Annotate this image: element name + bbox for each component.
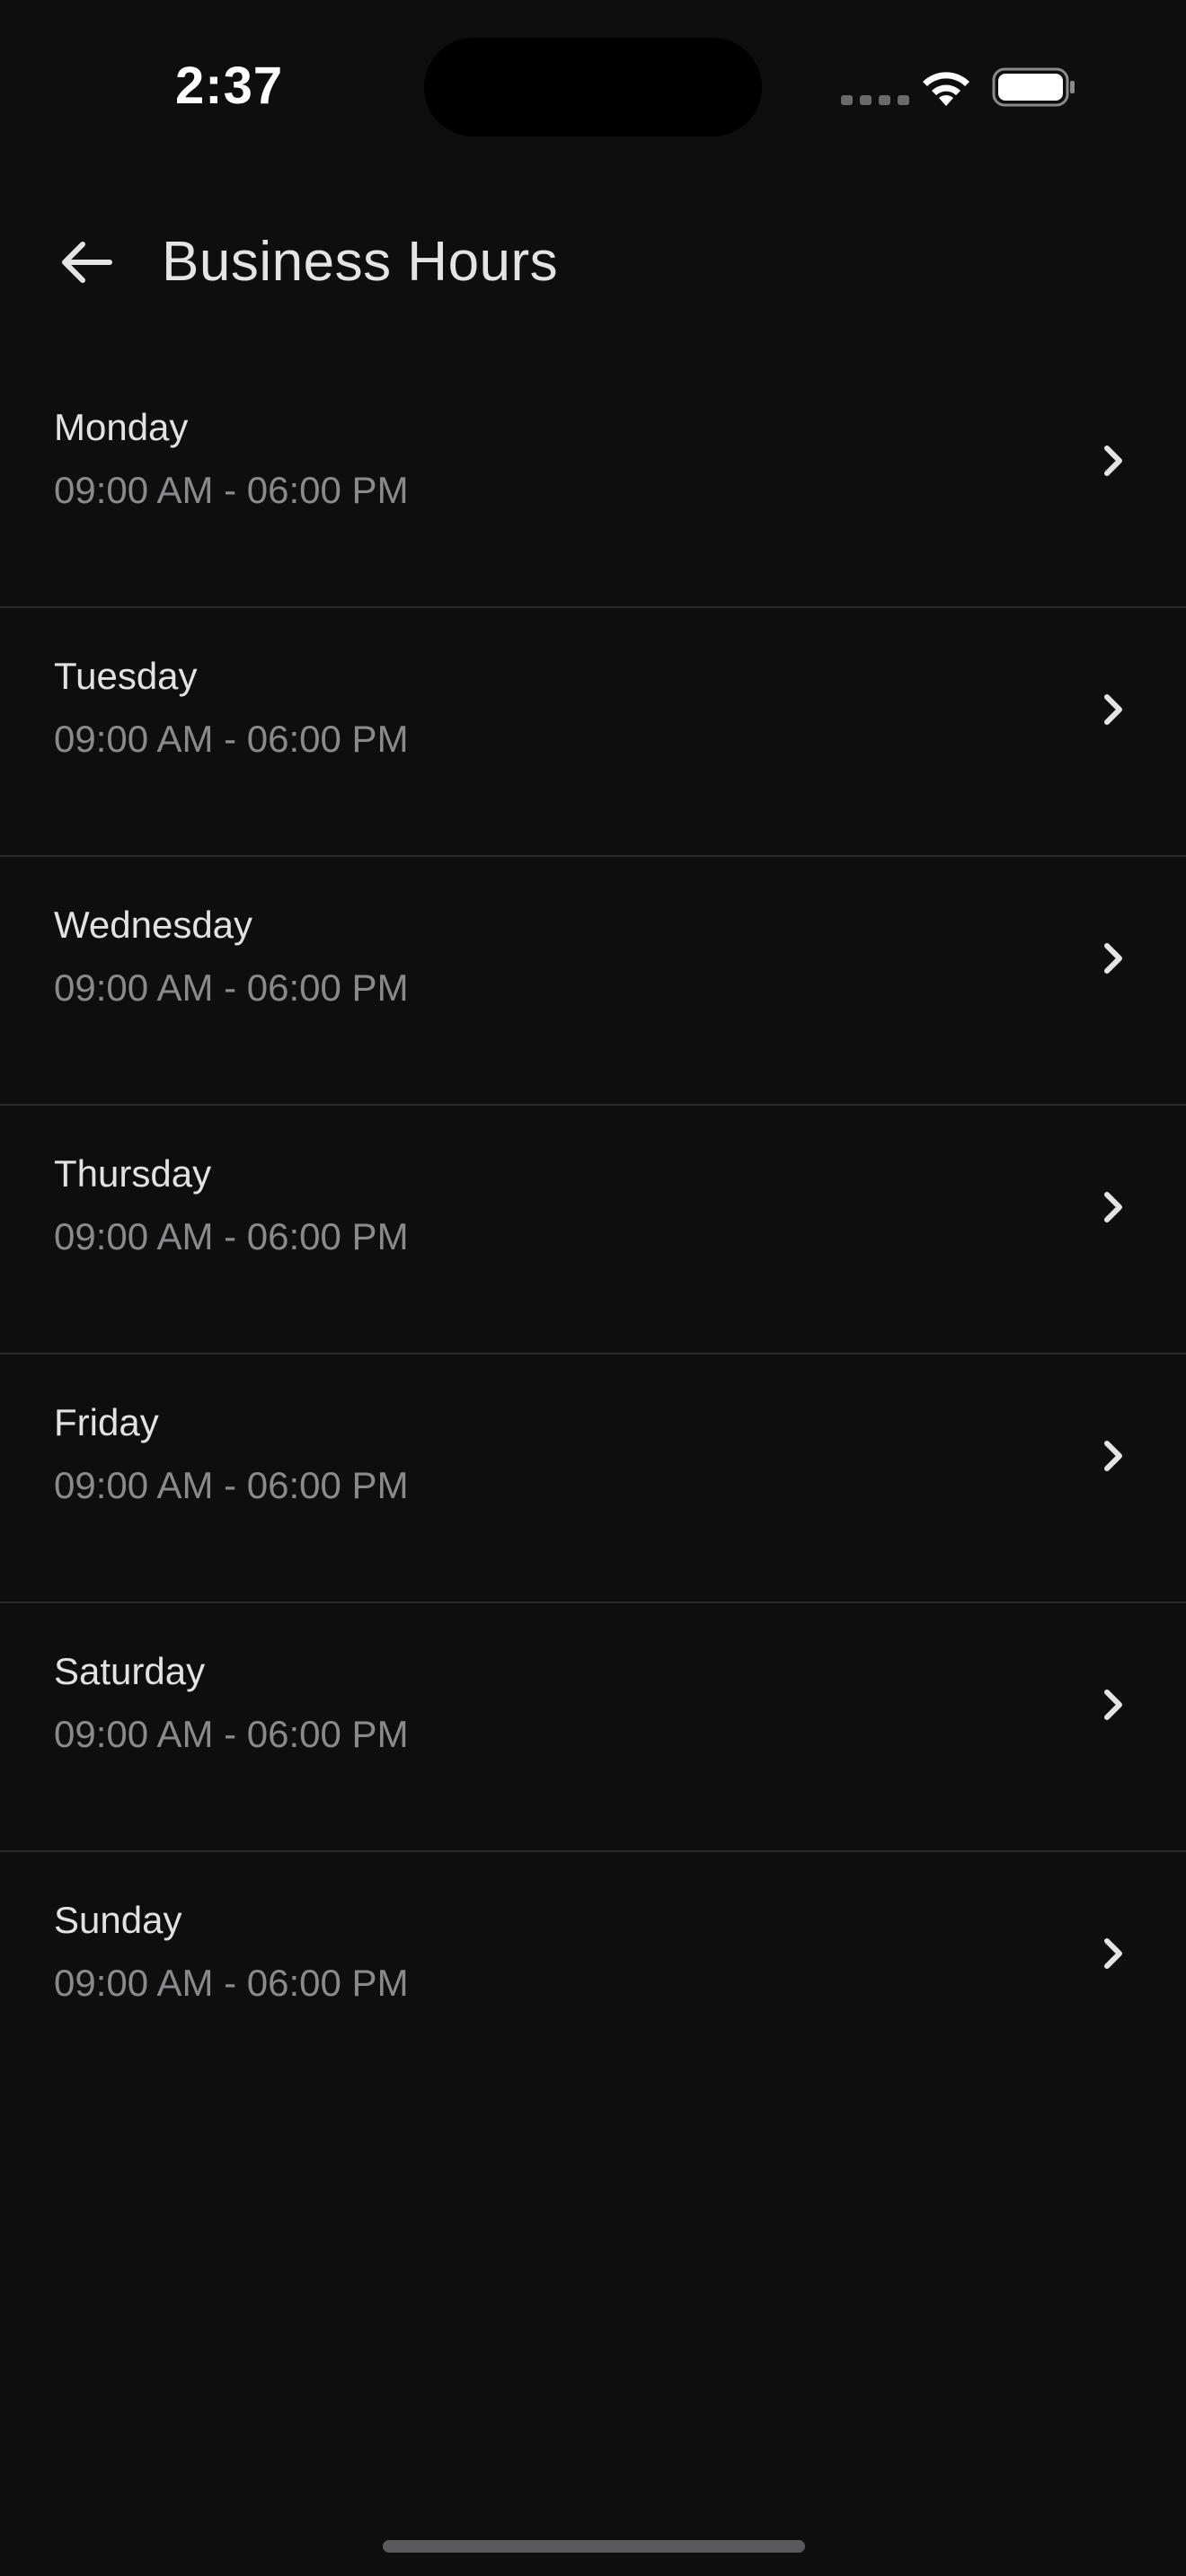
day-hours: 09:00 AM - 06:00 PM xyxy=(54,1962,409,2004)
business-hours-list: Monday 09:00 AM - 06:00 PM Tuesday 09:00… xyxy=(0,359,1186,2101)
day-name: Friday xyxy=(54,1401,159,1443)
day-row-thursday[interactable]: Thursday 09:00 AM - 06:00 PM xyxy=(0,1106,1186,1354)
day-hours: 09:00 AM - 06:00 PM xyxy=(54,1713,409,1755)
status-time: 2:37 xyxy=(175,57,284,115)
day-name: Monday xyxy=(54,406,189,448)
day-hours: 09:00 AM - 06:00 PM xyxy=(54,966,409,1009)
chevron-right-icon xyxy=(1104,1689,1122,1720)
day-row-sunday[interactable]: Sunday 09:00 AM - 06:00 PM xyxy=(0,1852,1186,2101)
battery-icon xyxy=(992,67,1075,107)
day-hours: 09:00 AM - 06:00 PM xyxy=(54,718,409,760)
day-row-monday[interactable]: Monday 09:00 AM - 06:00 PM xyxy=(0,359,1186,608)
day-name: Thursday xyxy=(54,1152,212,1195)
day-row-friday[interactable]: Friday 09:00 AM - 06:00 PM xyxy=(0,1354,1186,1603)
day-name: Saturday xyxy=(54,1650,206,1692)
chevron-right-icon xyxy=(1104,943,1122,974)
business-hours-screen: 2:37 Business Hours Monday 09:00 AM - 06… xyxy=(0,0,1186,2576)
day-hours: 09:00 AM - 06:00 PM xyxy=(54,1215,409,1257)
page-title: Business Hours xyxy=(162,231,559,293)
day-hours: 09:00 AM - 06:00 PM xyxy=(54,469,409,511)
back-button[interactable] xyxy=(50,226,122,298)
home-indicator[interactable] xyxy=(383,2540,805,2553)
day-row-tuesday[interactable]: Tuesday 09:00 AM - 06:00 PM xyxy=(0,608,1186,857)
day-row-saturday[interactable]: Saturday 09:00 AM - 06:00 PM xyxy=(0,1603,1186,1852)
day-hours: 09:00 AM - 06:00 PM xyxy=(54,1464,409,1506)
chevron-right-icon xyxy=(1104,1441,1122,1471)
chevron-right-icon xyxy=(1104,694,1122,725)
day-row-wednesday[interactable]: Wednesday 09:00 AM - 06:00 PM xyxy=(0,857,1186,1106)
chevron-right-icon xyxy=(1104,1192,1122,1222)
day-name: Tuesday xyxy=(54,655,198,697)
chevron-right-icon xyxy=(1104,1938,1122,1969)
chevron-right-icon xyxy=(1104,446,1122,476)
cellular-signal-icon xyxy=(841,95,909,105)
wifi-icon xyxy=(923,72,969,106)
day-name: Wednesday xyxy=(54,904,253,946)
app-header: Business Hours xyxy=(0,207,1186,314)
dynamic-island xyxy=(424,38,762,137)
status-bar: 2:37 xyxy=(0,0,1186,171)
arrow-left-icon xyxy=(62,242,112,283)
day-name: Sunday xyxy=(54,1899,182,1941)
